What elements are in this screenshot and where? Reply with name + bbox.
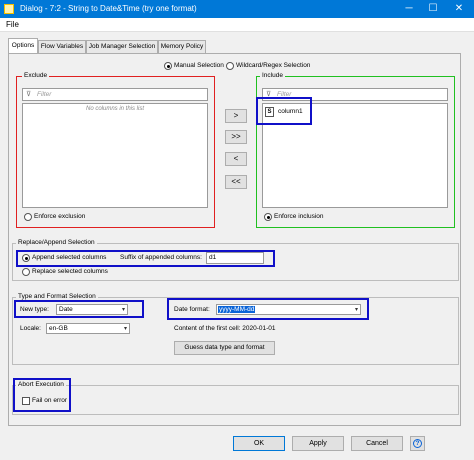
- include-title: Include: [260, 72, 285, 79]
- menu-file[interactable]: File: [6, 20, 19, 29]
- menu-bar: File: [0, 18, 474, 32]
- tab-options[interactable]: Options: [8, 38, 38, 53]
- date-format-value: yyyy-MM-dd: [218, 306, 256, 313]
- tab-memory-policy[interactable]: Memory Policy: [158, 40, 206, 53]
- exclude-filter-input[interactable]: ⊽ Filter: [22, 88, 208, 101]
- enforce-inclusion-radio[interactable]: [264, 213, 272, 221]
- new-type-value: Date: [59, 306, 73, 313]
- chevron-down-icon: ▾: [123, 326, 127, 332]
- first-cell-text: Content of the first cell: 2020-01-01: [174, 325, 276, 332]
- enforce-inclusion-label: Enforce inclusion: [274, 213, 324, 220]
- guess-format-button[interactable]: Guess data type and format: [174, 341, 275, 355]
- manual-selection-radio[interactable]: [164, 62, 172, 70]
- suffix-label: Suffix of appended columns:: [120, 254, 202, 261]
- tab-flow-variables[interactable]: Flow Variables: [38, 40, 86, 53]
- chevron-down-icon: ▾: [354, 307, 358, 313]
- wildcard-selection-label: Wildcard/Regex Selection: [236, 62, 311, 69]
- maximize-icon[interactable]: ☐: [422, 0, 444, 18]
- fail-on-error-label: Fail on error: [32, 397, 68, 404]
- filter-icon: ⊽: [26, 91, 32, 98]
- chevron-down-icon: ▾: [121, 307, 125, 313]
- close-icon[interactable]: ✕: [448, 0, 470, 18]
- suffix-value: d1: [209, 254, 217, 261]
- exclude-list[interactable]: No columns in this list: [22, 103, 208, 208]
- new-type-select[interactable]: Date ▾: [56, 304, 128, 315]
- remove-all-button[interactable]: <<: [225, 175, 247, 189]
- append-radio[interactable]: [22, 254, 30, 262]
- replace-append-title: Replace/Append Selection: [16, 239, 97, 246]
- cancel-button[interactable]: Cancel: [351, 436, 403, 451]
- suffix-input[interactable]: d1: [206, 252, 264, 264]
- manual-selection-label: Manual Selection: [174, 62, 224, 69]
- enforce-exclusion-radio[interactable]: [24, 213, 32, 221]
- help-button[interactable]: ?: [410, 436, 425, 451]
- enforce-exclusion-label: Enforce exclusion: [34, 213, 86, 220]
- remove-button[interactable]: <: [225, 152, 247, 166]
- exclude-title: Exclude: [22, 72, 50, 79]
- append-label: Append selected columns: [32, 254, 107, 261]
- locale-value: en-GB: [49, 325, 68, 332]
- app-icon: [4, 4, 14, 14]
- locale-select[interactable]: en-GB ▾: [46, 323, 130, 334]
- fail-on-error-checkbox[interactable]: [22, 397, 30, 405]
- new-type-label: New type:: [20, 306, 49, 313]
- tab-job-manager-selection[interactable]: Job Manager Selection: [86, 40, 158, 53]
- exclude-filter-placeholder: Filter: [37, 91, 52, 98]
- add-all-button[interactable]: >>: [225, 130, 247, 144]
- highlight-include-item: [256, 97, 312, 125]
- locale-label: Locale:: [20, 325, 41, 332]
- replace-radio[interactable]: [22, 268, 30, 276]
- title-bar[interactable]: Dialog - 7:2 - String to Date&Time (try …: [0, 0, 474, 18]
- date-format-label: Date format:: [174, 306, 210, 313]
- abort-group: [12, 385, 459, 415]
- window-title: Dialog - 7:2 - String to Date&Time (try …: [20, 4, 197, 13]
- apply-button[interactable]: Apply: [292, 436, 344, 451]
- replace-label: Replace selected columns: [32, 268, 108, 275]
- help-icon: ?: [413, 439, 422, 448]
- add-button[interactable]: >: [225, 109, 247, 123]
- date-format-select[interactable]: yyyy-MM-dd ▾: [216, 304, 361, 315]
- wildcard-selection-radio[interactable]: [226, 62, 234, 70]
- minimize-icon[interactable]: ─: [398, 0, 420, 18]
- ok-button[interactable]: OK: [233, 436, 285, 451]
- highlight-abort: [13, 378, 71, 412]
- type-format-title: Type and Format Selection: [16, 293, 98, 300]
- exclude-empty-text: No columns in this list: [85, 106, 145, 112]
